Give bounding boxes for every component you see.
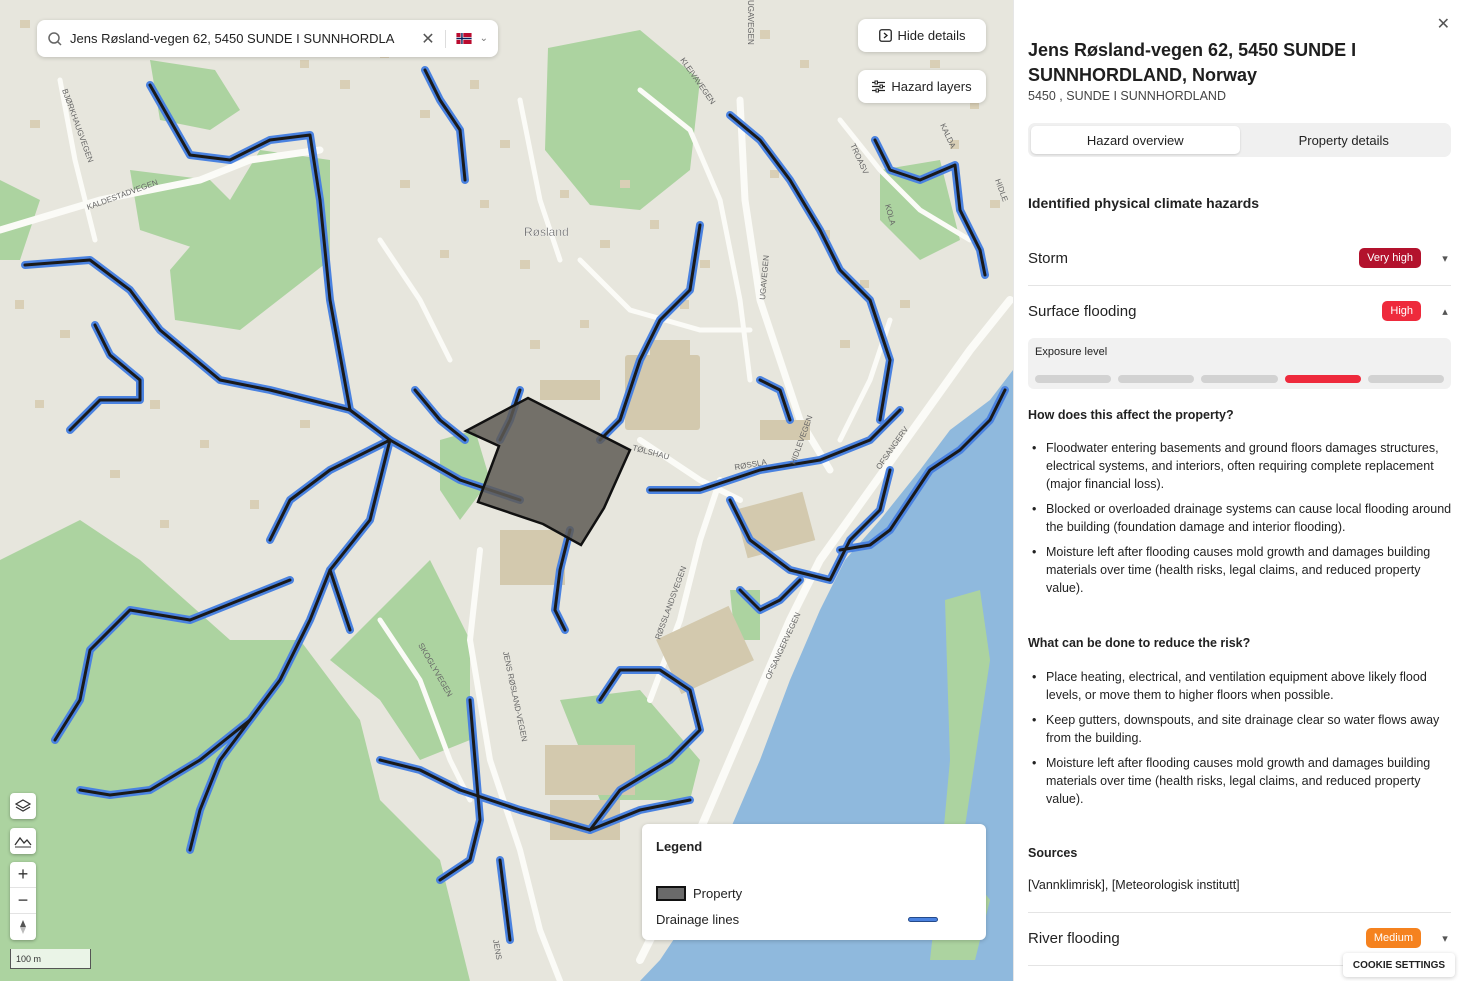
close-icon[interactable]: ✕ xyxy=(1437,14,1450,34)
sources-value: [Vannklimrisk], [Meteorologisk institutt… xyxy=(1028,878,1240,892)
exposure-segment xyxy=(1035,375,1112,383)
terrain-control[interactable] xyxy=(10,828,36,854)
map-legend: Legend Property Drainage lines xyxy=(642,824,986,940)
hide-details-button[interactable]: Hide details xyxy=(858,19,986,52)
exposure-segment xyxy=(1201,375,1278,383)
exposure-segment xyxy=(1367,375,1445,383)
address-search[interactable]: Jens Røsland-vegen 62, 5450 SUNDE I SUNN… xyxy=(37,20,498,57)
affect-list: Floodwater entering basements and ground… xyxy=(1028,439,1453,604)
hazard-name: River flooding xyxy=(1028,929,1120,947)
legend-title: Legend xyxy=(656,839,703,854)
norway-flag-icon[interactable] xyxy=(456,33,472,44)
sliders-icon xyxy=(872,80,886,93)
hide-details-label: Hide details xyxy=(897,28,966,43)
hazard-row-surface-flooding[interactable]: Surface flooding High ▴ xyxy=(1028,286,1451,336)
reduce-heading: What can be done to reduce the risk? xyxy=(1028,636,1251,650)
place-label: Røsland xyxy=(524,225,569,239)
reduce-list: Place heating, electrical, and ventilati… xyxy=(1028,668,1453,815)
hazard-layers-label: Hazard layers xyxy=(891,79,972,94)
hazard-name: Storm xyxy=(1028,249,1069,267)
exposure-label: Exposure level xyxy=(1035,346,1108,358)
exposure-segment xyxy=(1118,375,1195,383)
address-subtitle: 5450 , SUNDE I SUNNHORDLAND xyxy=(1028,89,1226,103)
legend-label: Drainage lines xyxy=(656,911,740,927)
list-item: Floodwater entering basements and ground… xyxy=(1028,439,1453,493)
legend-label: Property xyxy=(693,885,743,901)
hazard-row-storm[interactable]: Storm Very high ▾ xyxy=(1028,233,1451,283)
map-canvas[interactable]: BJØRKHAUGVEGEN KALDESTADVEGEN KLEIVAVEGE… xyxy=(0,0,1013,981)
list-item: Keep gutters, downspouts, and site drain… xyxy=(1028,711,1453,747)
list-item: Moisture left after flooding causes mold… xyxy=(1028,754,1453,808)
list-item: Moisture left after flooding causes mold… xyxy=(1028,543,1453,597)
exposure-level-card: Exposure level xyxy=(1028,338,1451,389)
scale-bar: 100 m xyxy=(10,949,91,969)
cookie-settings-button[interactable]: COOKIE SETTINGS xyxy=(1343,953,1455,977)
compass-icon[interactable] xyxy=(10,914,36,940)
chevron-down-icon[interactable]: ⌄ xyxy=(480,33,488,44)
chevron-down-icon[interactable]: ▾ xyxy=(1439,252,1451,265)
legend-item-drainage: Drainage lines xyxy=(656,906,972,932)
affect-heading: How does this affect the property? xyxy=(1028,408,1234,422)
details-panel: ✕ Jens Røsland-vegen 62, 5450 SUNDE I SU… xyxy=(1013,0,1468,981)
chevron-down-icon[interactable]: ▾ xyxy=(1439,932,1451,945)
panel-toggle-icon xyxy=(878,29,892,42)
status-badge: Medium xyxy=(1365,928,1421,948)
zoom-out-button[interactable]: − xyxy=(10,888,36,914)
sources-heading: Sources xyxy=(1028,846,1078,860)
zoom-control[interactable]: + − xyxy=(10,862,36,940)
zoom-in-button[interactable]: + xyxy=(10,862,36,888)
tab-bar: Hazard overview Property details xyxy=(1028,123,1451,157)
property-swatch xyxy=(656,885,686,901)
page-title: Jens Røsland-vegen 62, 5450 SUNDE I SUNN… xyxy=(1028,40,1357,85)
chevron-up-icon[interactable]: ▴ xyxy=(1439,305,1451,318)
drainage-swatch xyxy=(908,916,938,922)
hazard-name: Surface flooding xyxy=(1028,302,1137,320)
close-icon[interactable]: ✕ xyxy=(421,29,434,49)
status-badge: High xyxy=(1382,301,1421,321)
tab-property-details[interactable]: Property details xyxy=(1240,126,1449,154)
exposure-segment xyxy=(1284,375,1361,383)
status-badge: Very high xyxy=(1359,248,1421,268)
list-item: Blocked or overloaded drainage systems c… xyxy=(1028,500,1453,536)
layers-icon[interactable] xyxy=(10,793,36,819)
divider xyxy=(444,29,446,48)
legend-item-property: Property xyxy=(656,880,972,906)
tab-hazard-overview[interactable]: Hazard overview xyxy=(1031,126,1240,154)
exposure-meter xyxy=(1035,375,1445,383)
search-input[interactable]: Jens Røsland-vegen 62, 5450 SUNDE I SUNN… xyxy=(70,31,415,46)
terrain-icon[interactable] xyxy=(10,828,36,854)
label-ugavegen-top: UGAVEGEN xyxy=(746,0,755,45)
list-item: Place heating, electrical, and ventilati… xyxy=(1028,668,1453,704)
layers-control[interactable] xyxy=(10,793,36,819)
hazards-heading: Identified physical climate hazards xyxy=(1028,195,1260,211)
search-icon xyxy=(48,31,62,46)
hazard-layers-button[interactable]: Hazard layers xyxy=(858,70,986,103)
